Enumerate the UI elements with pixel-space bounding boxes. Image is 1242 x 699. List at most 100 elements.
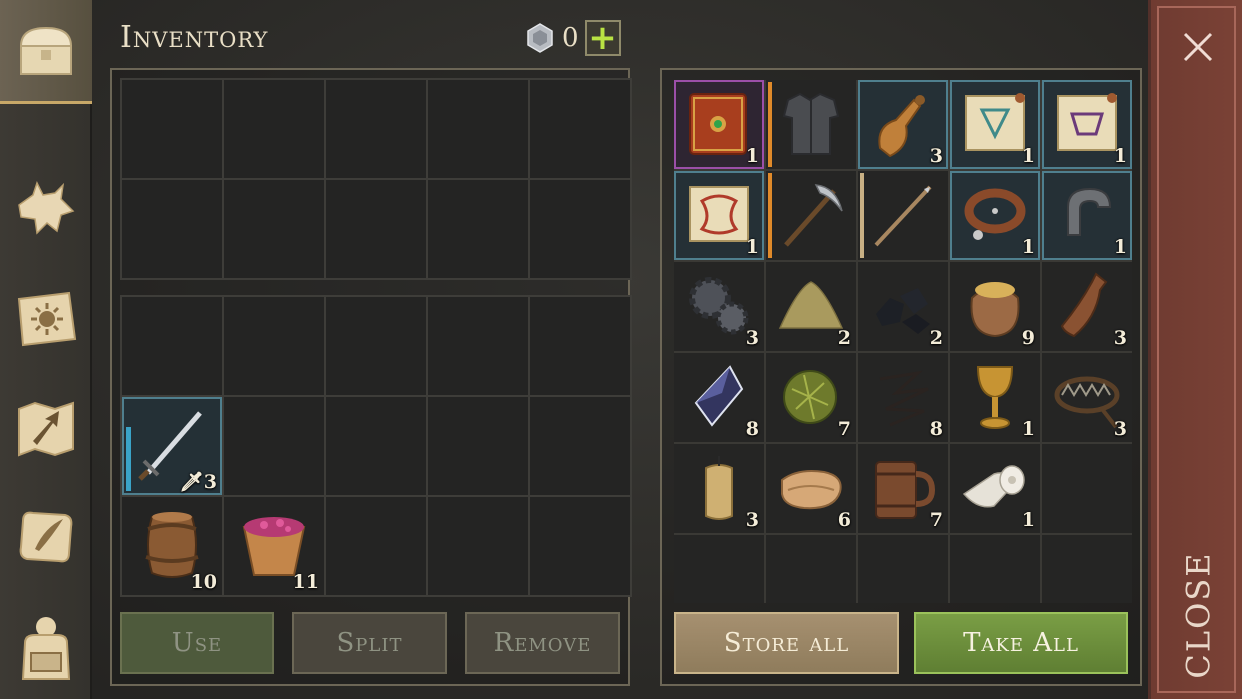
inventory-slot[interactable] xyxy=(224,397,324,495)
chest-slot-gears[interactable]: 3 xyxy=(674,262,764,351)
chest-slot-bottle[interactable]: 3 xyxy=(1042,262,1132,351)
tab-inventory[interactable] xyxy=(0,0,92,104)
inventory-slot[interactable] xyxy=(326,180,426,278)
close-icon[interactable] xyxy=(1181,30,1215,64)
chest-slot-goblet[interactable]: 1 xyxy=(950,353,1040,442)
split-button[interactable]: Split xyxy=(292,612,447,674)
item-quantity: 8 xyxy=(745,418,759,440)
item-quantity: 11 xyxy=(292,571,319,593)
chest-slot-grain[interactable]: 9 xyxy=(950,262,1040,351)
chest-slot-empty[interactable] xyxy=(674,535,764,603)
gem-icon xyxy=(527,23,553,53)
inventory-slot[interactable] xyxy=(224,80,324,178)
spear-icon xyxy=(874,185,932,247)
item-quantity: 3 xyxy=(1113,327,1127,349)
remove-button[interactable]: Remove xyxy=(465,612,620,674)
item-quantity: 1 xyxy=(1021,418,1035,440)
page-title: Inventory xyxy=(120,20,269,55)
chest-grid: 1 3 1 1 1 1 1 3 2 2 9 3 8 7 8 1 3 3 6 7 … xyxy=(674,80,1132,603)
chest-slot-purple-scroll[interactable]: 1 xyxy=(1042,80,1132,169)
item-quantity: 1 xyxy=(745,236,759,258)
item-quantity: 3 xyxy=(745,509,759,531)
item-quantity: 7 xyxy=(837,418,851,440)
close-text: CLOSE xyxy=(1180,551,1218,679)
chest-slot-empty[interactable] xyxy=(858,535,948,603)
currency-value: 0 xyxy=(562,23,579,53)
chest-slot-chainmail[interactable] xyxy=(766,80,856,169)
berry-bucket-icon xyxy=(242,517,306,576)
chest-slot-empty[interactable] xyxy=(950,535,1040,603)
inventory-slot[interactable] xyxy=(530,80,630,178)
chest-slot-pickaxe[interactable] xyxy=(766,171,856,260)
barrel-icon xyxy=(145,512,199,578)
inventory-slot[interactable] xyxy=(530,297,630,395)
inventory-slot-sword[interactable]: 🗡3 xyxy=(122,397,222,495)
tab-quests[interactable] xyxy=(0,484,92,588)
item-quantity: 7 xyxy=(929,509,943,531)
use-button[interactable]: Use xyxy=(120,612,274,674)
chest-slot-candle[interactable]: 3 xyxy=(674,444,764,533)
inventory-slot[interactable] xyxy=(428,397,528,495)
inventory-top-grid xyxy=(120,78,632,280)
inventory-slot[interactable] xyxy=(326,497,426,595)
take-all-button[interactable]: Take All xyxy=(914,612,1128,674)
inventory-slot[interactable] xyxy=(428,497,528,595)
inventory-slot[interactable] xyxy=(428,180,528,278)
item-quantity: 9 xyxy=(1021,327,1035,349)
chest-slot-collar[interactable]: 1 xyxy=(950,171,1040,260)
inventory-slot[interactable] xyxy=(224,180,324,278)
chest-slot-herbs[interactable]: 7 xyxy=(766,353,856,442)
item-quantity: 🗡3 xyxy=(179,471,217,493)
chest-slot-empty[interactable] xyxy=(766,535,856,603)
inventory-bottom-grid: 🗡3 10 11 xyxy=(120,295,632,597)
inventory-slot-barrel[interactable]: 10 xyxy=(122,497,222,595)
inventory-slot[interactable] xyxy=(530,180,630,278)
inventory-slot[interactable] xyxy=(326,297,426,395)
chest-icon xyxy=(19,26,73,75)
chest-slot-crystal[interactable]: 8 xyxy=(674,353,764,442)
chest-slot-bell[interactable]: 3 xyxy=(858,80,948,169)
inventory-slot[interactable] xyxy=(326,397,426,495)
inventory-slot[interactable] xyxy=(122,297,222,395)
chest-slot-empty[interactable] xyxy=(1042,444,1132,533)
tab-character[interactable] xyxy=(0,596,92,699)
inventory-slot[interactable] xyxy=(530,397,630,495)
close-panel[interactable]: CLOSE xyxy=(1148,0,1242,699)
item-quantity: 10 xyxy=(190,571,217,593)
inventory-slot[interactable] xyxy=(326,80,426,178)
close-label[interactable]: CLOSE xyxy=(1169,551,1229,678)
add-currency-button[interactable]: + xyxy=(584,20,621,56)
item-quantity: 2 xyxy=(837,327,851,349)
chest-slot-mug[interactable]: 7 xyxy=(858,444,948,533)
chest-slot-empty[interactable] xyxy=(1042,535,1132,603)
chest-slot-trap[interactable]: 3 xyxy=(1042,353,1132,442)
chest-slot-bandage[interactable]: 1 xyxy=(950,444,1040,533)
wolf-icon xyxy=(18,181,75,235)
map-arrow-icon xyxy=(18,401,74,457)
store-all-button[interactable]: Store all xyxy=(674,612,899,674)
item-quantity: 3 xyxy=(745,327,759,349)
chest-slot-red-scroll[interactable]: 1 xyxy=(674,171,764,260)
inventory-slot[interactable] xyxy=(530,497,630,595)
currency-counter: 0 + xyxy=(524,20,621,56)
tab-recipes[interactable] xyxy=(0,268,92,372)
inventory-slot[interactable] xyxy=(428,80,528,178)
chest-slot-clamp[interactable]: 1 xyxy=(1042,171,1132,260)
sun-book-icon xyxy=(17,291,77,347)
chest-slot-coal[interactable]: 2 xyxy=(858,262,948,351)
chest-slot-cloth[interactable]: 6 xyxy=(766,444,856,533)
inventory-slot[interactable] xyxy=(224,297,324,395)
inventory-slot[interactable] xyxy=(122,80,222,178)
tab-map[interactable] xyxy=(0,376,92,480)
chest-slot-sand[interactable]: 2 xyxy=(766,262,856,351)
chest-slot-spear[interactable] xyxy=(858,171,948,260)
inventory-slot-berries[interactable]: 11 xyxy=(224,497,324,595)
tab-animals[interactable] xyxy=(0,158,92,262)
scroll-quill-icon xyxy=(19,511,73,563)
inventory-slot[interactable] xyxy=(122,180,222,278)
chest-slot-blue-scroll[interactable]: 1 xyxy=(950,80,1040,169)
inventory-slot[interactable] xyxy=(428,297,528,395)
item-quantity: 1 xyxy=(1113,145,1127,167)
chest-slot-book[interactable]: 1 xyxy=(674,80,764,169)
chest-slot-wire[interactable]: 8 xyxy=(858,353,948,442)
